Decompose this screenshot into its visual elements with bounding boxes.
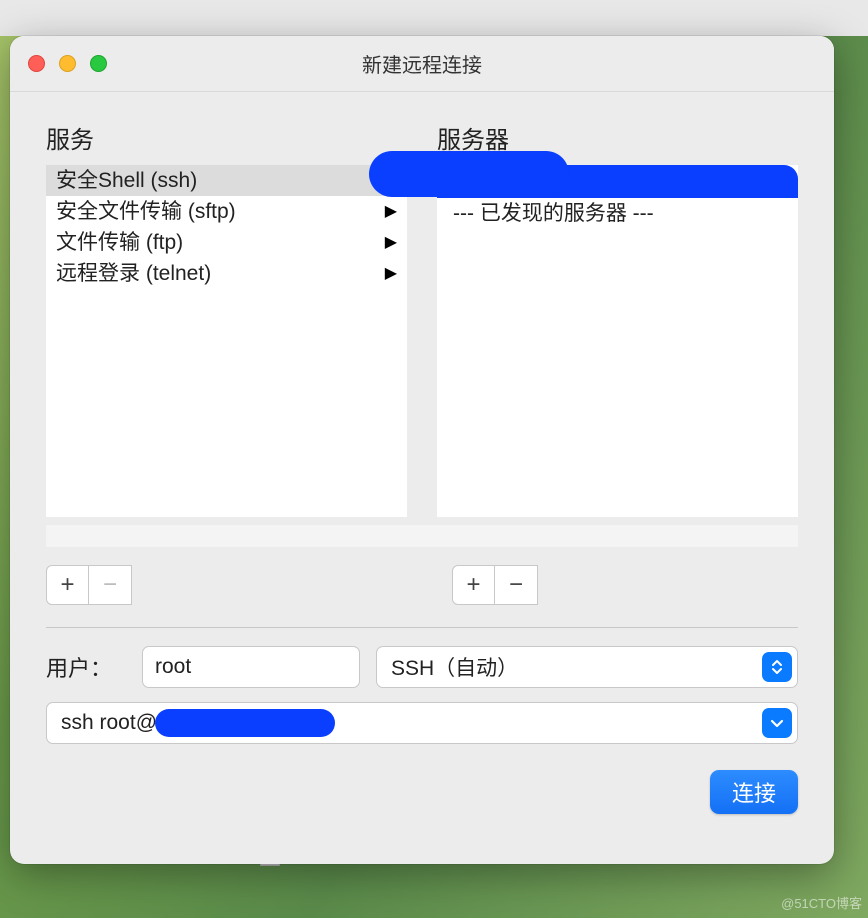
servers-list[interactable]: --- 已发现的服务器 --- — [437, 165, 798, 517]
connect-button[interactable]: 连接 — [710, 770, 798, 814]
remove-server-button[interactable]: − — [495, 565, 538, 605]
updown-icon — [762, 652, 792, 682]
dialog-window: 新建远程连接 服务 安全Shell (ssh) 安全文件传输 (sftp) ▶ … — [10, 36, 834, 864]
titlebar: 新建远程连接 — [10, 36, 834, 92]
chevron-right-icon: ▶ — [385, 258, 397, 289]
redaction-mask — [155, 709, 335, 737]
services-list[interactable]: 安全Shell (ssh) 安全文件传输 (sftp) ▶ 文件传输 (ftp)… — [46, 165, 407, 517]
chevron-right-icon: ▶ — [385, 196, 397, 227]
services-header: 服务 — [46, 120, 407, 155]
services-panel: 服务 安全Shell (ssh) 安全文件传输 (sftp) ▶ 文件传输 (f… — [46, 120, 407, 517]
protocol-value: SSH（自动） — [391, 652, 518, 682]
plus-icon: + — [60, 573, 74, 597]
command-prefix: ssh root@ — [61, 711, 157, 735]
add-server-button[interactable]: + — [452, 565, 495, 605]
list-item-label: 文件传输 (ftp) — [56, 227, 183, 258]
chevron-down-icon — [762, 708, 792, 738]
plus-icon: + — [466, 573, 480, 597]
minus-icon: − — [103, 573, 117, 597]
chevron-right-icon: ▶ — [385, 227, 397, 258]
server-item-selected[interactable] — [437, 165, 798, 198]
service-item-sftp[interactable]: 安全文件传输 (sftp) ▶ — [46, 196, 407, 227]
divider — [46, 627, 798, 628]
service-item-ftp[interactable]: 文件传输 (ftp) ▶ — [46, 227, 407, 258]
remove-service-button[interactable]: − — [89, 565, 132, 605]
minus-icon: − — [509, 573, 523, 597]
redaction-mask — [369, 151, 569, 197]
connect-label: 连接 — [732, 781, 776, 806]
list-item-label: 远程登录 (telnet) — [56, 258, 211, 289]
discovered-label: --- 已发现的服务器 --- — [453, 198, 654, 229]
service-item-ssh[interactable]: 安全Shell (ssh) — [46, 165, 407, 196]
list-item-label: 安全文件传输 (sftp) — [56, 196, 236, 227]
service-item-telnet[interactable]: 远程登录 (telnet) ▶ — [46, 258, 407, 289]
list-item-label: 安全Shell (ssh) — [56, 165, 197, 196]
servers-header: 服务器 — [437, 120, 798, 155]
protocol-select[interactable]: SSH（自动） — [376, 646, 798, 688]
server-discovered-divider: --- 已发现的服务器 --- — [437, 198, 798, 229]
list-footer-gutter — [46, 525, 798, 547]
dialog-title: 新建远程连接 — [10, 49, 834, 78]
watermark: @51CTO博客 — [781, 893, 862, 912]
add-service-button[interactable]: + — [46, 565, 89, 605]
user-label: 用户： — [46, 651, 126, 683]
servers-panel: 服务器 --- 已发现的服务器 --- — [437, 120, 798, 517]
command-field[interactable]: ssh root@ — [46, 702, 798, 744]
user-input[interactable] — [142, 646, 360, 688]
